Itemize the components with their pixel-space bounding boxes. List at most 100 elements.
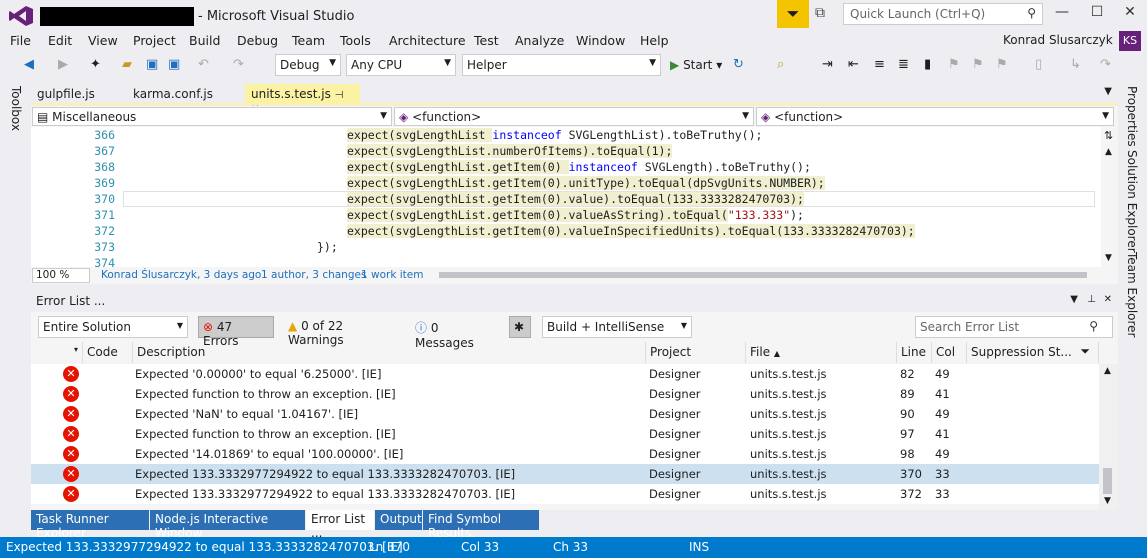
- avatar[interactable]: KS: [1119, 31, 1141, 51]
- codelens-changes[interactable]: 1 author, 3 changes: [261, 269, 366, 281]
- outdent-icon[interactable]: ⇤: [848, 57, 859, 72]
- tab-nodejs-window[interactable]: Node.js Interactive Window: [150, 510, 305, 540]
- codelens-workitem[interactable]: 1 work item: [361, 269, 424, 281]
- table-row[interactable]: ✕ Expected '0.00000' to equal '6.25000'. …: [31, 364, 1099, 384]
- function-select-2[interactable]: ◈ <function> ▼: [756, 107, 1114, 126]
- column-file[interactable]: File ▲: [746, 342, 897, 363]
- table-row[interactable]: ✕ Expected 133.3332977294922 to equal 133…: [31, 464, 1099, 484]
- scroll-up-icon[interactable]: ▲: [1104, 366, 1111, 376]
- tab-karma-conf[interactable]: karma.conf.js: [127, 84, 219, 105]
- menu-window[interactable]: Window: [576, 33, 625, 48]
- scroll-thumb[interactable]: [1103, 468, 1112, 494]
- scroll-down-icon[interactable]: ▼: [1104, 496, 1111, 506]
- column-col[interactable]: Col: [932, 342, 967, 363]
- feedback-icon[interactable]: ⧉: [815, 5, 825, 21]
- comment-icon[interactable]: ≡: [874, 57, 885, 72]
- menu-debug[interactable]: Debug: [237, 33, 278, 48]
- refresh-icon[interactable]: ↻: [733, 57, 744, 72]
- menu-project[interactable]: Project: [133, 33, 176, 48]
- codelens-author[interactable]: Konrad Ślusarczyk, 3 days ago: [101, 269, 261, 281]
- column-icon[interactable]: ▾: [31, 342, 83, 363]
- tab-error-list[interactable]: Error List ...: [306, 510, 374, 540]
- menu-test[interactable]: Test: [474, 33, 499, 48]
- window-menu-icon[interactable]: ▼: [1070, 294, 1078, 305]
- menu-edit[interactable]: Edit: [48, 33, 72, 48]
- save-all-icon[interactable]: ▣: [168, 57, 180, 72]
- tab-units-test[interactable]: units.s.test.js ⊣ ✕: [245, 84, 360, 115]
- column-suppression[interactable]: Suppression St... ⏷: [967, 342, 1099, 363]
- table-row[interactable]: ✕ Expected 'NaN' to equal '1.04167'. [IE]…: [31, 404, 1099, 424]
- new-project-icon[interactable]: ✦: [90, 57, 101, 72]
- quick-launch-input[interactable]: Quick Launch (Ctrl+Q) ⚲: [843, 3, 1043, 25]
- solution-explorer-tab[interactable]: Solution Explorer: [1125, 150, 1139, 253]
- table-row[interactable]: ✕ Expected '14.01869' to equal '100.00000…: [31, 444, 1099, 464]
- table-row[interactable]: ✕ Expected function to throw an exception…: [31, 384, 1099, 404]
- warnings-toggle[interactable]: ▲ 0 of 22 Warnings: [284, 316, 398, 347]
- properties-tab[interactable]: Properties: [1125, 86, 1139, 147]
- table-row[interactable]: ✕ Expected 133.3332977294922 to equal 133…: [31, 484, 1099, 504]
- step-over-icon[interactable]: ↷: [1100, 57, 1111, 72]
- scroll-down-icon[interactable]: ▼: [1105, 253, 1112, 263]
- messages-toggle[interactable]: ⓘ 0 Messages: [411, 316, 497, 350]
- table-row[interactable]: ✕ Expected function to throw an exception…: [31, 424, 1099, 444]
- horizontal-scrollbar[interactable]: [439, 272, 1087, 278]
- configuration-select[interactable]: Debug ▼: [275, 54, 341, 76]
- menu-tools[interactable]: Tools: [340, 33, 371, 48]
- uncomment-icon[interactable]: ≣: [898, 57, 909, 72]
- scope-select[interactable]: ▤ Miscellaneous ▼: [32, 107, 392, 126]
- maximize-button[interactable]: ☐: [1080, 4, 1114, 24]
- user-name[interactable]: Konrad Slusarczyk: [1003, 33, 1113, 47]
- filter-icon[interactable]: ⏷: [1080, 344, 1090, 359]
- startup-project-select[interactable]: Helper ▼: [462, 54, 661, 76]
- undo-icon[interactable]: ↶: [198, 57, 209, 72]
- menu-analyze[interactable]: Analyze: [515, 33, 564, 48]
- menu-help[interactable]: Help: [640, 33, 669, 48]
- close-button[interactable]: ✕: [1113, 4, 1147, 24]
- column-project[interactable]: Project: [646, 342, 746, 363]
- tab-find-symbol[interactable]: Find Symbol Results: [423, 510, 539, 540]
- column-code[interactable]: Code: [83, 342, 133, 363]
- close-icon[interactable]: ✕: [1104, 294, 1112, 305]
- notification-filter-icon[interactable]: ⏷: [777, 0, 809, 28]
- step-icon[interactable]: ↳: [1070, 57, 1081, 72]
- menu-architecture[interactable]: Architecture: [389, 33, 466, 48]
- redo-icon[interactable]: ↷: [233, 57, 244, 72]
- tab-overflow-icon[interactable]: ▼: [1104, 86, 1112, 97]
- toolbox-tab[interactable]: Toolbox: [9, 86, 23, 131]
- column-description[interactable]: Description: [133, 342, 646, 363]
- indent-icon[interactable]: ⇥: [822, 57, 833, 72]
- function-select-1[interactable]: ◈ <function> ▼: [394, 107, 754, 126]
- start-button[interactable]: ▶ Start ▾: [670, 58, 722, 72]
- tab-task-runner[interactable]: Task Runner Explorer: [31, 510, 149, 540]
- zoom-select[interactable]: 100 %: [32, 268, 90, 283]
- editor-vertical-scrollbar[interactable]: ⇅ ▲ ▼: [1101, 127, 1118, 267]
- team-explorer-tab[interactable]: Team Explorer: [1125, 252, 1139, 338]
- code-editor[interactable]: 366 expect(svgLengthList instanceof SVGLe…: [31, 127, 1118, 270]
- document-icon[interactable]: ▯: [1035, 57, 1042, 72]
- clear-bookmarks-icon[interactable]: ⚑: [996, 57, 1008, 72]
- errors-toggle[interactable]: ⊗ 47 Errors: [198, 316, 274, 348]
- build-filter-select[interactable]: Build + IntelliSense ▼: [542, 316, 692, 338]
- scroll-up-icon[interactable]: ▲: [1105, 147, 1112, 157]
- menu-build[interactable]: Build: [189, 33, 220, 48]
- pin-icon[interactable]: ⊥: [1087, 294, 1096, 305]
- menu-team[interactable]: Team: [292, 33, 325, 48]
- menu-view[interactable]: View: [88, 33, 118, 48]
- tab-output[interactable]: Output: [375, 510, 422, 530]
- tab-gulpfile[interactable]: gulpfile.js: [31, 84, 101, 105]
- save-icon[interactable]: ▣: [146, 57, 158, 72]
- column-line[interactable]: Line: [897, 342, 932, 363]
- minimize-button[interactable]: —: [1045, 4, 1079, 24]
- open-folder-icon[interactable]: ▰: [122, 57, 132, 72]
- next-bookmark-icon[interactable]: ⚑: [972, 57, 984, 72]
- split-icon[interactable]: ⇅: [1104, 129, 1113, 142]
- forward-icon[interactable]: ▶: [58, 57, 68, 72]
- filter-toggle-icon[interactable]: ✱: [509, 316, 531, 338]
- bookmark-icon[interactable]: ▮: [924, 57, 931, 72]
- scope-filter-select[interactable]: Entire Solution ▼: [38, 316, 188, 338]
- prev-bookmark-icon[interactable]: ⚑: [948, 57, 960, 72]
- platform-select[interactable]: Any CPU ▼: [346, 54, 456, 76]
- back-icon[interactable]: ◀: [24, 57, 34, 72]
- error-search-input[interactable]: Search Error List ⚲: [915, 316, 1113, 338]
- pin-icon[interactable]: ⊣: [335, 90, 344, 101]
